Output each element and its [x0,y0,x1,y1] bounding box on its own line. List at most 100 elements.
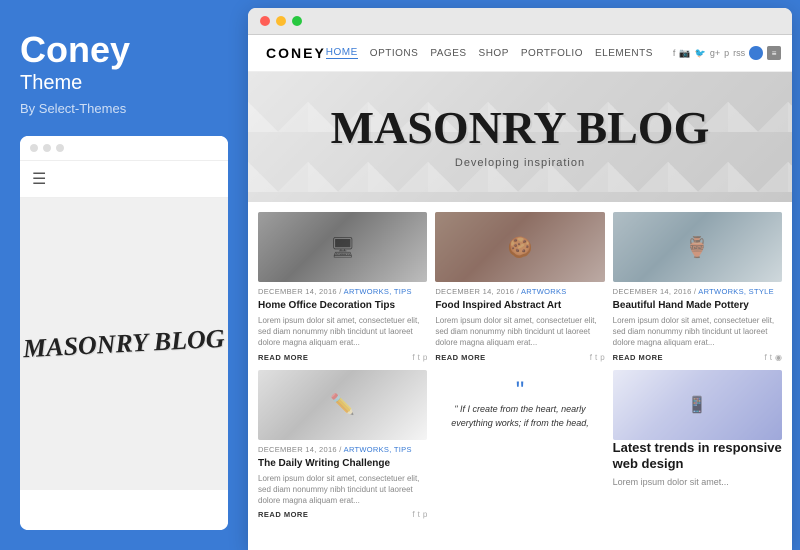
browser-window: CONEY HOME OPTIONS PAGES SHOP PORTFOLIO … [248,8,792,550]
mobile-content: MASONRY BLOG [20,198,228,490]
read-more-4[interactable]: READ MORE [258,510,308,519]
theme-title: Coney Theme By Select-Themes [20,30,228,136]
card-footer-1: READ MORE f t p [258,353,427,362]
nav-options[interactable]: OPTIONS [370,48,419,59]
read-more-1[interactable]: READ MORE [258,353,308,362]
pinterest-icon[interactable]: p [724,48,729,58]
twitter-icon[interactable]: 🐦 [695,48,706,59]
mobile-mockup: ☰ CONEY MASONRY BLOG [20,136,228,530]
card-excerpt-1: Lorem ipsum dolor sit amet, consectetuer… [258,315,427,349]
quote-text: " If I create from the heart, nearly eve… [445,403,594,430]
mobile-brand: CONEY [56,171,111,187]
pin-share-1[interactable]: p [423,353,427,362]
tw-share-3[interactable]: t [770,353,772,362]
card-categories-4: ARTWORKS, TIPS [344,445,412,454]
card-social-2: f t p [590,353,605,362]
card-excerpt-2: Lorem ipsum dolor sit amet, consectetuer… [435,315,604,349]
pin-share-2[interactable]: p [600,353,604,362]
fb-share-4[interactable]: f [412,510,414,519]
theme-subtitle: Theme [20,72,228,95]
mobile-nav: ☰ CONEY [20,161,228,198]
tw-share-4[interactable]: t [418,510,420,519]
nav-social-icons: f 📷 🐦 g+ p rss ≡ [673,46,781,60]
card-excerpt-3: Lorem ipsum dolor sit amet, consectetuer… [613,315,782,349]
blog-card-latest: Latest trends in responsive web design L… [613,370,782,520]
browser-close-dot[interactable] [260,16,270,26]
browser-chrome [248,8,792,35]
read-more-3[interactable]: READ MORE [613,353,663,362]
mobile-dot-1 [30,144,38,152]
card-date-3: DECEMBER 14, 2016 [613,287,692,296]
mobile-top-bar [20,136,228,161]
hero-section: MASONRY BLOG Developing inspiration [248,72,792,202]
nav-elements[interactable]: ELEMENTS [595,48,653,59]
card-categories-3: ARTWORKS, STYLE [698,287,774,296]
card-image-latest [613,370,782,440]
menu-icon[interactable]: ≡ [767,46,781,60]
coney-title: Coney [20,30,228,70]
site-header: CONEY HOME OPTIONS PAGES SHOP PORTFOLIO … [248,35,792,72]
fb-share-3[interactable]: f [765,353,767,362]
site-logo: CONEY [266,45,326,61]
mobile-hero-text: MASONRY BLOG [23,324,226,365]
fb-share-2[interactable]: f [590,353,592,362]
browser-min-dot[interactable] [276,16,286,26]
card-title-3: Beautiful Hand Made Pottery [613,299,782,312]
card-date-4: DECEMBER 14, 2016 [258,445,337,454]
tw-share-1[interactable]: t [418,353,420,362]
quote-mark: " [445,379,594,403]
card-image-1 [258,212,427,282]
mobile-bottom-strip [20,490,228,530]
card-title-2: Food Inspired Abstract Art [435,299,604,312]
browser-content: CONEY HOME OPTIONS PAGES SHOP PORTFOLIO … [248,35,792,550]
card-image-quote: " " If I create from the heart, nearly e… [435,370,604,440]
blog-card-3: DECEMBER 14, 2016 / ARTWORKS, STYLE Beau… [613,212,782,362]
card-image-4 [258,370,427,440]
tw-share-2[interactable]: t [595,353,597,362]
user-avatar-icon[interactable] [749,46,763,60]
pin-share-4[interactable]: p [423,510,427,519]
latest-subtitle: Lorem ipsum dolor sit amet... [613,477,782,487]
mobile-dot-2 [43,144,51,152]
card-title-4: The Daily Writing Challenge [258,457,427,470]
card-footer-3: READ MORE f t ◉ [613,353,782,362]
card-date-1: DECEMBER 14, 2016 [258,287,337,296]
rss-icon[interactable]: rss [733,48,745,58]
card-date-2: DECEMBER 14, 2016 [435,287,514,296]
site-nav: HOME OPTIONS PAGES SHOP PORTFOLIO ELEMEN… [326,46,781,60]
blog-card-4: DECEMBER 14, 2016 / ARTWORKS, TIPS The D… [258,370,427,520]
card-social-1: f t p [412,353,427,362]
blog-card-2: DECEMBER 14, 2016 / ARTWORKS Food Inspir… [435,212,604,362]
instagram-icon[interactable]: 📷 [679,48,690,59]
read-more-2[interactable]: READ MORE [435,353,485,362]
card-title-1: Home Office Decoration Tips [258,299,427,312]
card-categories-1: ARTWORKS, TIPS [344,287,412,296]
card-meta-3: DECEMBER 14, 2016 / ARTWORKS, STYLE [613,287,782,296]
latest-title: Latest trends in responsive web design [613,440,782,474]
card-meta-4: DECEMBER 14, 2016 / ARTWORKS, TIPS [258,445,427,454]
card-footer-2: READ MORE f t p [435,353,604,362]
fb-share-1[interactable]: f [412,353,414,362]
card-meta-2: DECEMBER 14, 2016 / ARTWORKS [435,287,604,296]
card-social-3: f t ◉ [765,353,782,362]
hero-title: MASONRY BLOG [331,105,710,151]
card-image-2 [435,212,604,282]
hero-subtitle: Developing inspiration [455,157,585,169]
nav-pages[interactable]: PAGES [430,48,466,59]
nav-shop[interactable]: SHOP [479,48,509,59]
google-icon[interactable]: g+ [710,48,720,58]
card-image-3 [613,212,782,282]
browser-max-dot[interactable] [292,16,302,26]
hamburger-icon[interactable]: ☰ [32,169,46,189]
card-excerpt-4: Lorem ipsum dolor sit amet, consectetuer… [258,473,427,507]
left-panel: Coney Theme By Select-Themes ☰ CONEY MAS… [0,0,248,550]
blog-grid: DECEMBER 14, 2016 / ARTWORKS, TIPS Home … [248,202,792,529]
nav-portfolio[interactable]: PORTFOLIO [521,48,583,59]
card-social-4: f t p [412,510,427,519]
blog-card-quote: " " If I create from the heart, nearly e… [435,370,604,520]
pin-share-3[interactable]: ◉ [775,353,782,362]
card-footer-4: READ MORE f t p [258,510,427,519]
facebook-icon[interactable]: f [673,48,676,58]
nav-home[interactable]: HOME [326,47,358,59]
blog-card-1: DECEMBER 14, 2016 / ARTWORKS, TIPS Home … [258,212,427,362]
